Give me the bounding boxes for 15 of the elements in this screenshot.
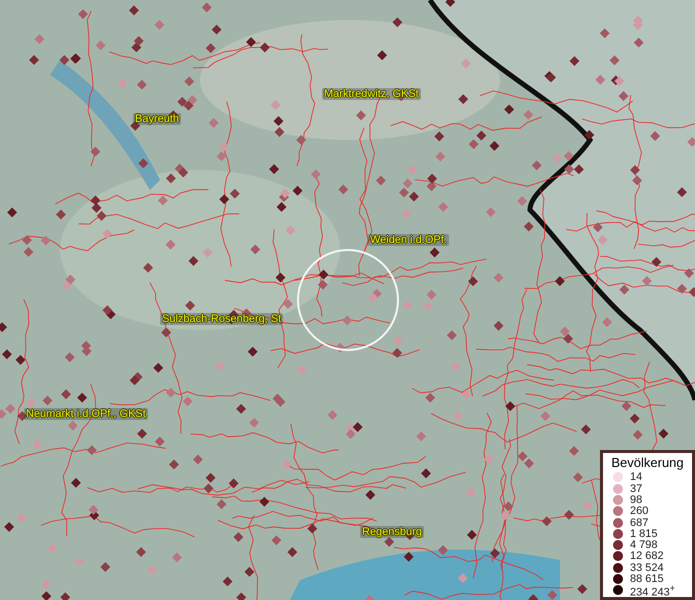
legend-value: 260 <box>630 505 648 518</box>
legend-value: 4 798 <box>630 539 658 552</box>
legend-value: 1 815 <box>630 528 658 540</box>
legend-value: 37 <box>630 482 642 495</box>
legend-value: 98 <box>630 494 642 506</box>
legend-title: Bevölkerung <box>610 454 685 470</box>
legend-value: 88 615 <box>630 573 664 586</box>
legend-value: 234 243$^{+}$ <box>630 582 676 598</box>
place-label: Bayreuth <box>133 113 182 125</box>
place-label: Weiden i.d.OPf. <box>368 234 449 246</box>
legend-value: 14 <box>630 471 642 484</box>
legend-value: 12 682 <box>630 550 664 562</box>
legend-value: 33 524 <box>630 562 664 574</box>
place-label: Marktredwitz, GKSt <box>322 88 421 100</box>
legend-value: 687 <box>630 516 648 529</box>
